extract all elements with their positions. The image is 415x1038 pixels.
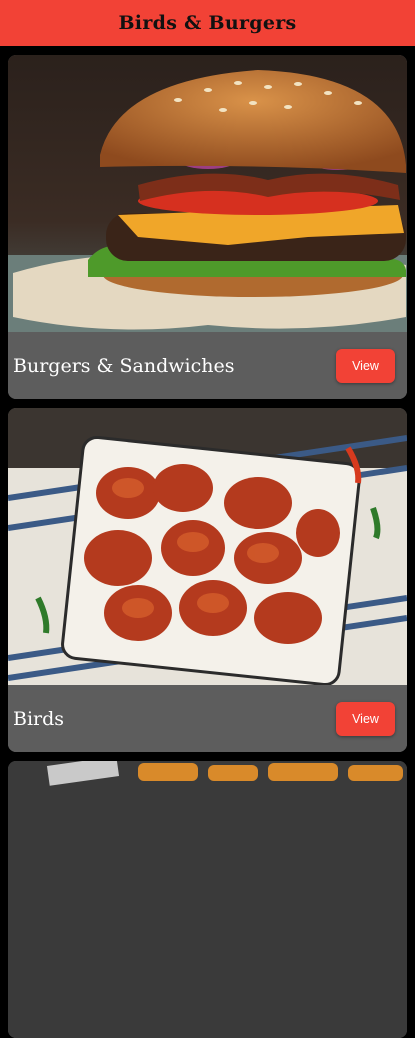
chicken-image <box>8 408 407 685</box>
category-title: Birds <box>13 707 65 730</box>
category-card-birds[interactable]: Birds View <box>8 408 407 752</box>
view-button[interactable]: View <box>336 701 395 736</box>
app-title: Birds & Burgers <box>118 12 297 34</box>
category-title: Burgers & Sandwiches <box>13 354 235 377</box>
category-card-burgers[interactable]: Burgers & Sandwiches View <box>8 55 407 399</box>
card-footer: Burgers & Sandwiches View <box>8 332 407 399</box>
card-footer: Birds View <box>8 685 407 752</box>
category-list[interactable]: Burgers & Sandwiches View Birds View <box>0 55 415 1038</box>
category-card-fries[interactable] <box>8 761 407 1038</box>
app-bar: Birds & Burgers <box>0 0 415 46</box>
fries-image <box>8 761 407 1038</box>
burger-image <box>8 55 407 332</box>
view-button[interactable]: View <box>336 348 395 383</box>
